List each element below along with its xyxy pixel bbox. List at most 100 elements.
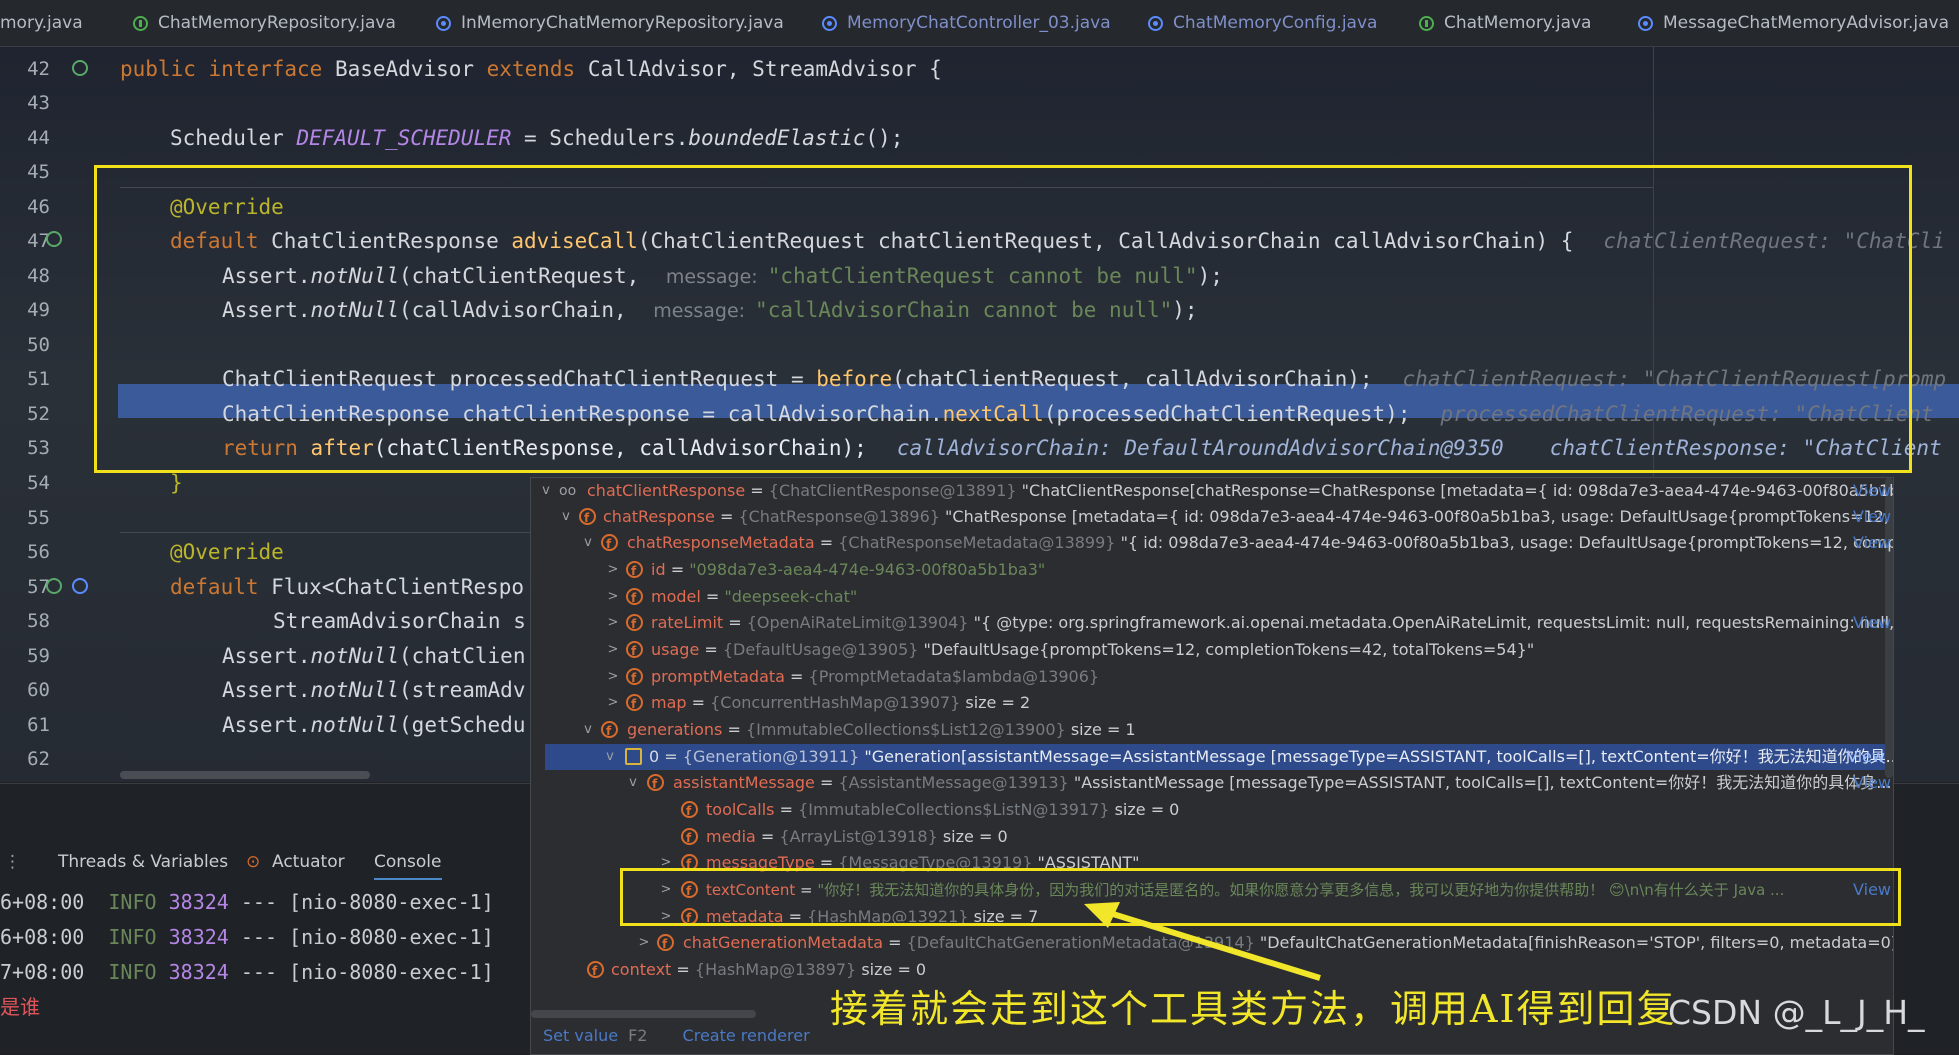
tab-message-chat-memory-advisor[interactable]: MessageChatMemoryAdvisor.java bbox=[1638, 0, 1949, 46]
keyword: extends bbox=[486, 57, 588, 81]
log-level: INFO bbox=[108, 890, 157, 914]
tab-chat-memory[interactable]: ChatMemory.java bbox=[1419, 0, 1591, 46]
watermark: CSDN @_L_J_H_ bbox=[1668, 993, 1925, 1032]
variable-value: "098da7e3-aea4-474e-9463-00f80a5b1ba3" bbox=[689, 560, 1046, 579]
variable-value: "DefaultUsage{promptTokens=12, completio… bbox=[923, 640, 1535, 659]
line-number: 57 bbox=[27, 576, 50, 598]
variable-row[interactable]: > rateLimit = {OpenAiRateLimit@13904} "{… bbox=[531, 610, 1893, 637]
variable-value: size = 0 bbox=[942, 827, 1008, 846]
expand-arrow-icon[interactable]: > bbox=[606, 584, 620, 610]
debug-tabs: ⋮ Threads & Variables ⊙ Actuator Console bbox=[0, 838, 530, 886]
more-options-icon[interactable]: ⋮ bbox=[4, 852, 21, 872]
field-icon bbox=[579, 505, 596, 531]
tab-label: ChatMemory.java bbox=[1444, 13, 1592, 33]
expand-arrow-icon[interactable]: > bbox=[606, 557, 620, 583]
code-line-59: Assert.notNull(chatClien bbox=[222, 639, 525, 673]
line-number: 56 bbox=[27, 541, 50, 563]
expand-arrow-icon[interactable]: v bbox=[603, 744, 617, 770]
variable-row[interactable]: > model = "deepseek-chat" bbox=[531, 584, 1893, 611]
variable-row[interactable]: > usage = {DefaultUsage@13905} "DefaultU… bbox=[531, 637, 1893, 664]
popup-footer: Set value F2 Create renderer bbox=[543, 1026, 810, 1045]
expand-arrow-icon[interactable]: v bbox=[581, 717, 595, 743]
tab-in-memory-chat-memory-repository[interactable]: InMemoryChatMemoryRepository.java bbox=[436, 0, 784, 46]
log-pid: 38324 bbox=[168, 960, 229, 984]
view-link[interactable]: View bbox=[1853, 504, 1891, 530]
variable-type: {Generation@13911} bbox=[682, 747, 860, 766]
tab-chat-memory-repository[interactable]: ChatMemoryRepository.java bbox=[133, 0, 396, 46]
method-call: boundedElastic bbox=[688, 126, 866, 150]
class-icon bbox=[1148, 15, 1163, 31]
variable-row-selected[interactable]: v 0 = {Generation@13911} "Generation[ass… bbox=[545, 744, 1893, 770]
variable-name: chatGenerationMetadata bbox=[683, 933, 884, 952]
variable-type: {ImmutableCollections$ListN@13917} bbox=[798, 800, 1110, 819]
create-renderer-link[interactable]: Create renderer bbox=[683, 1026, 810, 1045]
code-line-61: Assert.notNull(getSchedu bbox=[222, 708, 525, 742]
tab-chat-memory-config[interactable]: ChatMemoryConfig.java bbox=[1148, 0, 1377, 46]
view-link[interactable]: View bbox=[1853, 610, 1891, 636]
expand-arrow-icon[interactable]: v bbox=[626, 770, 640, 796]
log-level: INFO bbox=[108, 960, 157, 984]
variable-value: "AssistantMessage [messageType=ASSISTANT… bbox=[1073, 773, 1892, 792]
variable-row[interactable]: > promptMetadata = {PromptMetadata$lambd… bbox=[531, 664, 1893, 691]
expand-arrow-icon[interactable]: v bbox=[539, 478, 553, 504]
line-number: 59 bbox=[27, 645, 50, 667]
view-link[interactable]: View bbox=[1847, 744, 1885, 770]
tab-threads-variables[interactable]: Threads & Variables bbox=[58, 852, 228, 872]
class-icon bbox=[436, 15, 451, 31]
line-number: 47 bbox=[27, 230, 50, 252]
variable-row[interactable]: toolCalls = {ImmutableCollections$ListN@… bbox=[531, 797, 1893, 824]
code-line-42: public interface BaseAdvisor extends Cal… bbox=[120, 52, 942, 86]
expand-arrow-icon[interactable]: v bbox=[581, 530, 595, 556]
expand-arrow-icon[interactable]: > bbox=[606, 610, 620, 636]
field-icon bbox=[626, 665, 643, 691]
override-icon[interactable] bbox=[46, 231, 62, 247]
variable-row[interactable]: v assistantMessage = {AssistantMessage@1… bbox=[531, 770, 1893, 797]
variable-row[interactable]: v chatResponse = {ChatResponse@13896} "C… bbox=[531, 504, 1893, 531]
tab-memory-chat-controller[interactable]: MemoryChatController_03.java bbox=[822, 0, 1111, 46]
code-line-57: default Flux<ChatClientRespo bbox=[170, 570, 524, 604]
line-number: 51 bbox=[27, 368, 50, 390]
variable-row[interactable]: v generations = {ImmutableCollections$Li… bbox=[531, 717, 1893, 744]
expand-arrow-icon[interactable]: > bbox=[606, 664, 620, 690]
variable-name: generations bbox=[627, 720, 723, 739]
line-number: 48 bbox=[27, 265, 50, 287]
variable-row[interactable]: media = {ArrayList@13918} size = 0 bbox=[531, 824, 1893, 851]
variable-type: {ChatClientResponse@13891} bbox=[768, 481, 1017, 500]
implemented-icon[interactable] bbox=[72, 578, 88, 594]
variable-row[interactable]: > map = {ConcurrentHashMap@13907} size =… bbox=[531, 690, 1893, 717]
variable-type: {ChatResponse@13896} bbox=[738, 507, 940, 526]
variable-value: "DefaultChatGenerationMetadata[finishRea… bbox=[1259, 933, 1894, 952]
view-link[interactable]: View bbox=[1853, 530, 1891, 556]
tab-label: MessageChatMemoryAdvisor.java bbox=[1663, 13, 1949, 33]
code-line-56: @Override bbox=[170, 540, 284, 564]
set-value-link[interactable]: Set value bbox=[543, 1026, 618, 1045]
keyword: public interface bbox=[120, 57, 335, 81]
popup-horizontal-scrollbar[interactable] bbox=[531, 1010, 756, 1018]
expand-arrow-icon[interactable]: > bbox=[606, 690, 620, 716]
tab-memory-java[interactable]: mory.java bbox=[0, 0, 83, 46]
view-link[interactable]: View bbox=[1853, 770, 1891, 796]
class-icon bbox=[822, 15, 837, 31]
tab-actuator[interactable]: Actuator bbox=[272, 852, 345, 872]
expand-arrow-icon[interactable]: > bbox=[637, 930, 651, 956]
variable-row[interactable]: v oo chatClientResponse = {ChatClientRes… bbox=[531, 478, 1893, 504]
view-link[interactable]: View bbox=[1853, 478, 1891, 504]
override-icon[interactable] bbox=[46, 578, 62, 594]
variable-name: context bbox=[611, 960, 672, 979]
variable-name: assistantMessage bbox=[673, 773, 815, 792]
log-pid: 38324 bbox=[168, 890, 229, 914]
variable-name: chatResponseMetadata bbox=[627, 533, 815, 552]
line-number: 52 bbox=[27, 403, 50, 425]
line-number: 43 bbox=[27, 92, 50, 114]
editor-horizontal-scrollbar[interactable] bbox=[120, 771, 370, 779]
type-name: Scheduler bbox=[170, 126, 297, 150]
expand-arrow-icon[interactable]: > bbox=[606, 637, 620, 663]
variable-row[interactable]: v chatResponseMetadata = {ChatResponseMe… bbox=[531, 530, 1893, 557]
method-call: notNull bbox=[310, 678, 400, 702]
tab-console[interactable]: Console bbox=[374, 852, 442, 880]
field-icon bbox=[601, 718, 618, 744]
annotation-text: 接着就会走到这个工具类方法，调用AI得到回复 bbox=[830, 987, 1677, 1031]
expand-arrow-icon[interactable]: v bbox=[559, 504, 573, 530]
variable-row[interactable]: > id = "098da7e3-aea4-474e-9463-00f80a5b… bbox=[531, 557, 1893, 584]
implemented-icon[interactable] bbox=[72, 60, 88, 76]
